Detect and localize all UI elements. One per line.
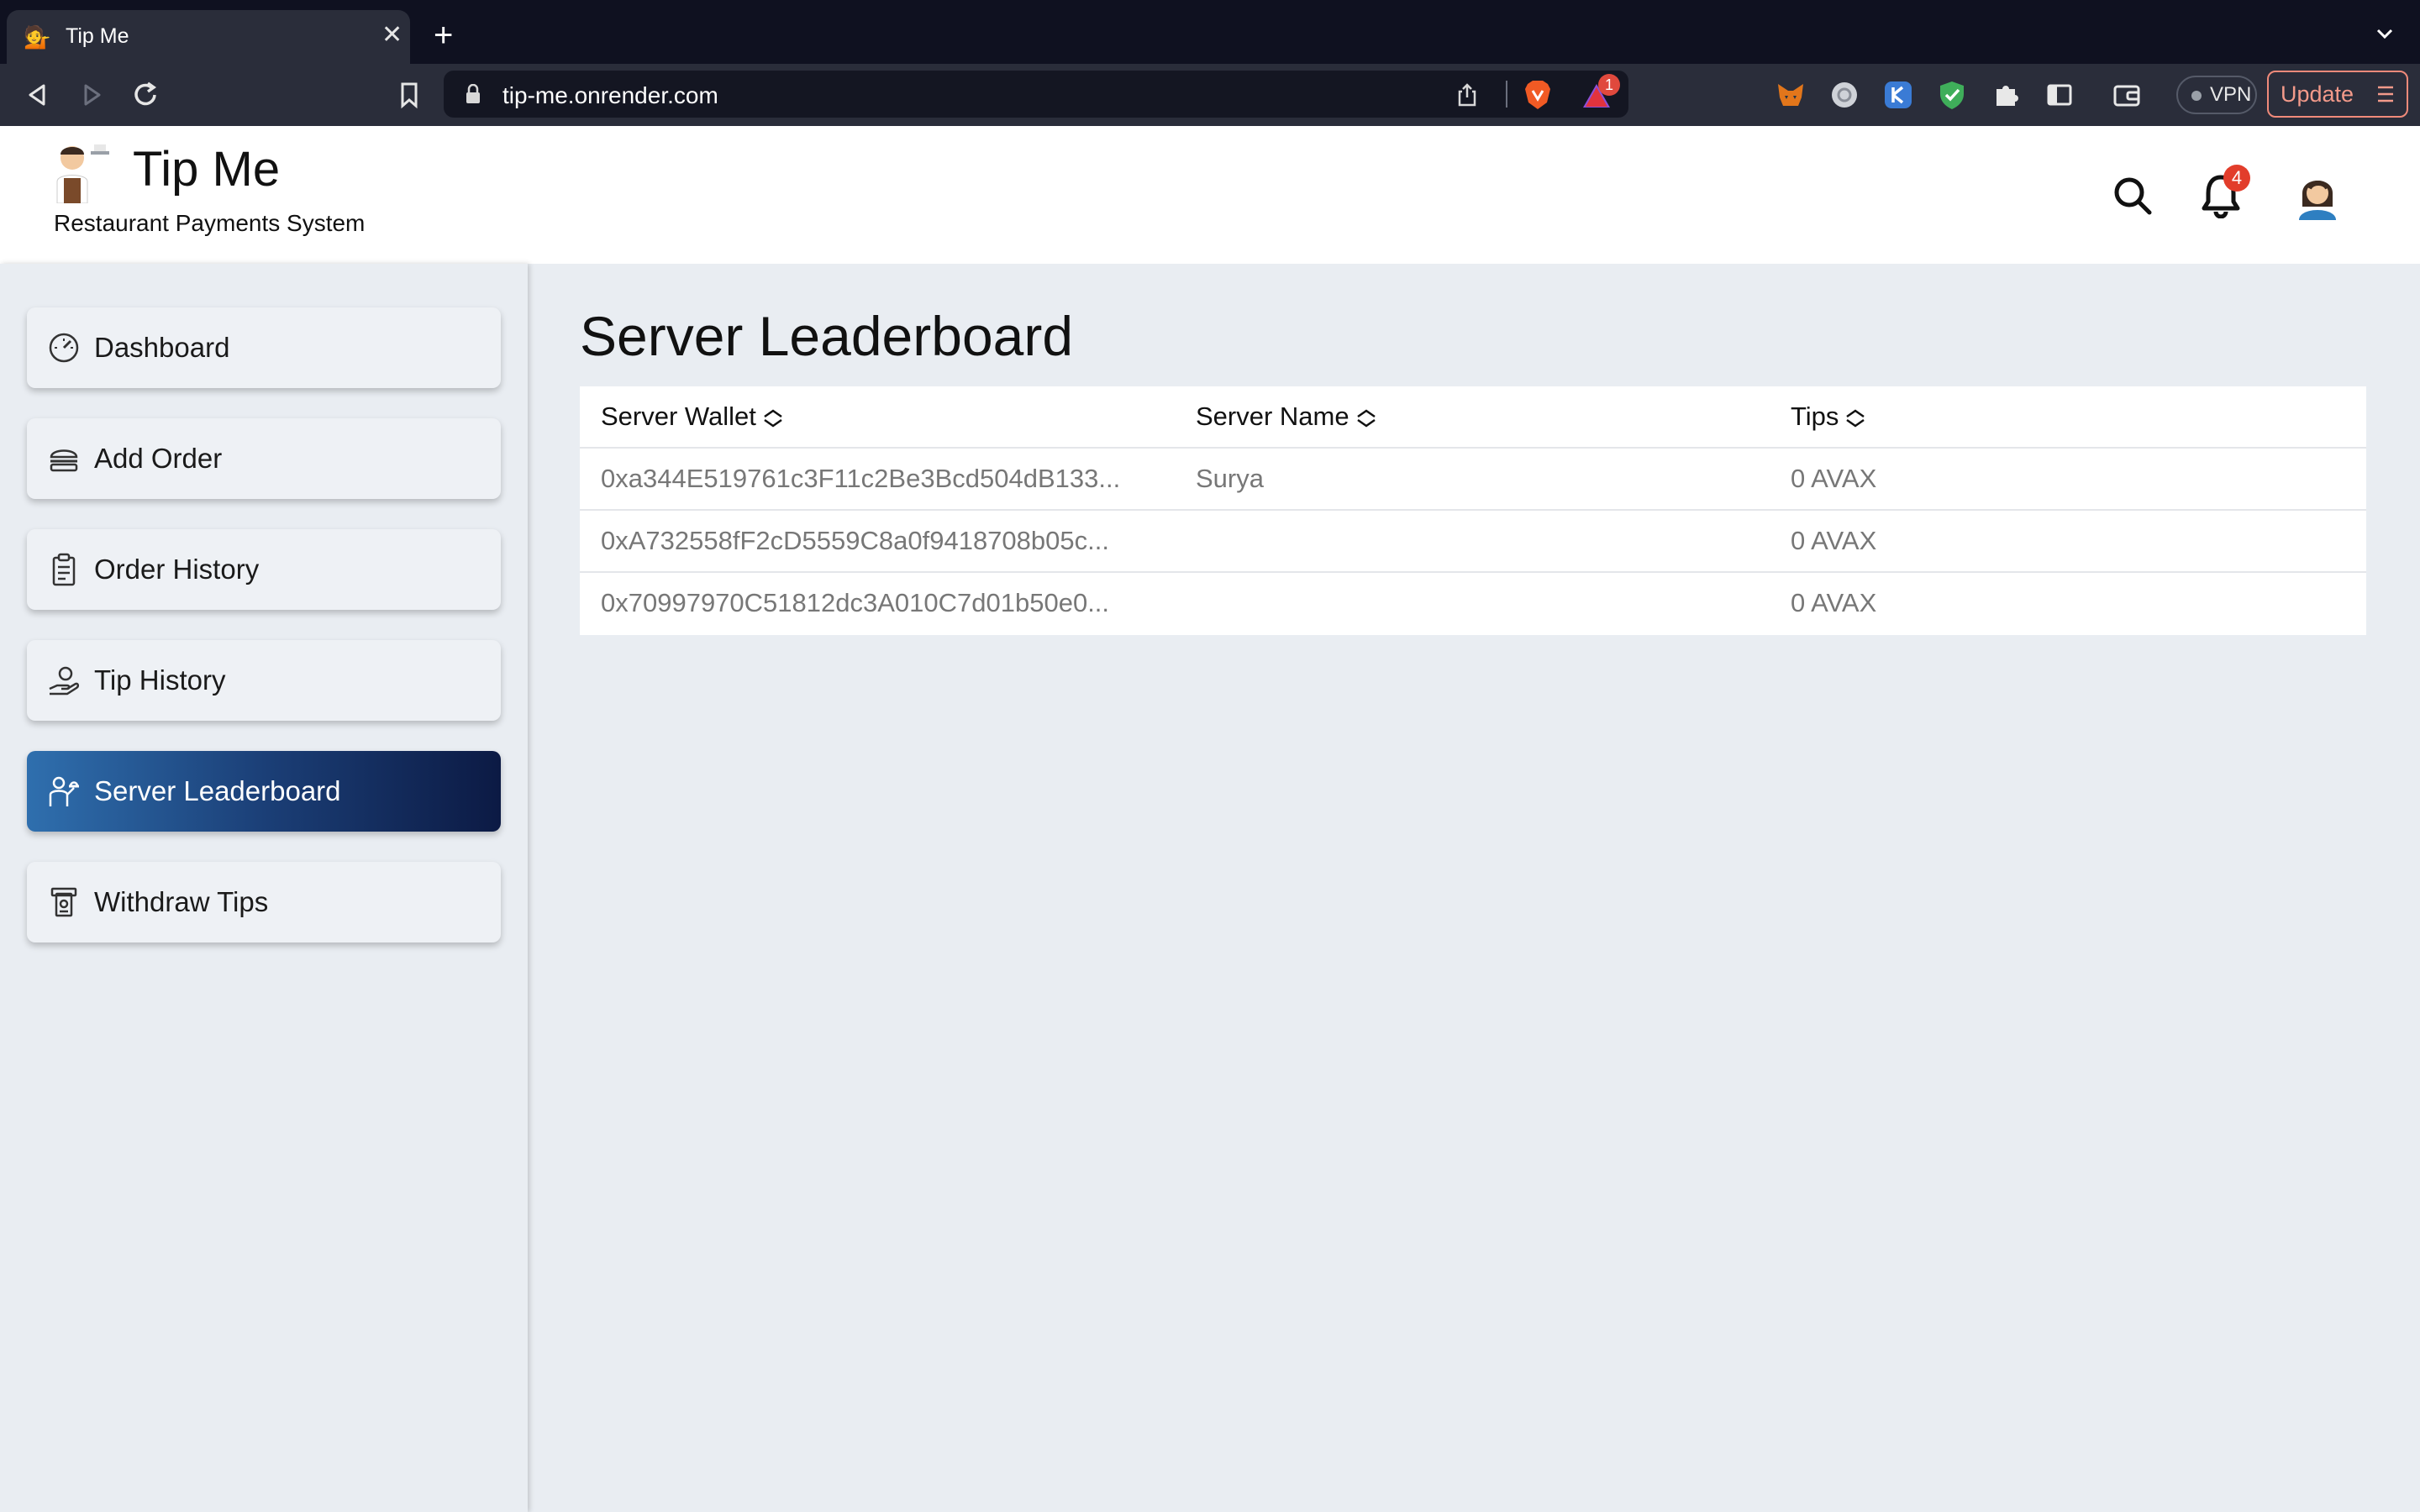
waiter-icon (49, 776, 79, 806)
rewards-badge: 1 (1598, 74, 1620, 96)
shield-check-icon[interactable] (1936, 79, 1968, 111)
browser-tab[interactable]: 💁 Tip Me ✕ (7, 10, 410, 64)
sort-icon[interactable] (1353, 407, 1380, 429)
address-bar[interactable]: tip-me.onrender.com 1 (444, 71, 1628, 118)
server-wallet-cell: 0xA732558fF2cD5559C8a0f9418708b05c... (601, 526, 1109, 555)
chevron-down-icon[interactable] (2375, 24, 2395, 44)
table-row[interactable]: 0x70997970C51812dc3A010C7d01b50e0... 0 A… (580, 573, 2366, 635)
puzzle-icon[interactable] (1990, 79, 2022, 111)
update-label: Update (2281, 81, 2354, 107)
sidebar-item-tip-history[interactable]: Tip History (27, 640, 501, 721)
new-tab-button[interactable]: + (434, 18, 453, 52)
brand-name[interactable]: Tip Me (133, 141, 280, 197)
sidebar-item-server-leaderboard[interactable]: Server Leaderboard (27, 751, 501, 832)
sidebar-item-add-order[interactable]: Add Order (27, 418, 501, 499)
table-header-row: Server Wallet Server Name Tips (580, 386, 2366, 449)
sidebar-item-label: Add Order (94, 443, 223, 474)
column-header-server-name[interactable]: Server Name (1196, 402, 1380, 432)
vpn-button[interactable]: VPN (2176, 76, 2257, 114)
column-header-label: Tips (1791, 402, 1839, 431)
sidebar: Dashboard Add Order Order History Tip Hi… (0, 264, 528, 1512)
sort-icon[interactable] (1842, 407, 1869, 429)
sidebar-item-dashboard[interactable]: Dashboard (27, 307, 501, 388)
tips-cell: 0 AVAX (1791, 588, 1877, 617)
search-icon[interactable] (2112, 175, 2153, 217)
clipboard-icon (52, 553, 76, 586)
cash-withdraw-icon (50, 887, 77, 917)
vpn-status-dot (2191, 91, 2202, 101)
menu-icon (2378, 86, 2393, 102)
brand-tagline: Restaurant Payments System (54, 210, 366, 236)
column-header-tips[interactable]: Tips (1791, 402, 1869, 432)
tab-title: Tip Me (66, 24, 129, 48)
extension-circle-icon[interactable] (1828, 79, 1860, 111)
sidebar-item-label: Tip History (94, 664, 226, 696)
browser-tab-strip: 💁 Tip Me ✕ + (0, 0, 2420, 64)
bookmark-icon[interactable] (393, 79, 425, 111)
tips-cell: 0 AVAX (1791, 526, 1877, 555)
update-button[interactable]: Update (2267, 71, 2408, 118)
keplr-icon[interactable] (1882, 79, 1914, 111)
browser-toolbar: tip-me.onrender.com 1 VPN Update (0, 64, 2420, 126)
column-header-server-wallet[interactable]: Server Wallet (601, 402, 786, 432)
sidebar-item-label: Dashboard (94, 332, 230, 363)
waiter-logo-icon[interactable] (50, 139, 111, 203)
speedometer-icon (49, 333, 79, 363)
wallet-icon[interactable] (2111, 79, 2143, 111)
column-header-label: Server Name (1196, 402, 1349, 431)
forward-icon[interactable] (76, 79, 108, 111)
share-icon[interactable] (1455, 82, 1479, 108)
vpn-label: VPN (2210, 83, 2252, 106)
app-header: Tip Me Restaurant Payments System 4 (0, 126, 2420, 264)
server-wallet-cell: 0xa344E519761c3F11c2Be3Bcd504dB133... (601, 464, 1121, 493)
page-title: Server Leaderboard (580, 305, 1074, 367)
table-row[interactable]: 0xA732558fF2cD5559C8a0f9418708b05c... 0 … (580, 511, 2366, 573)
sidebar-item-label: Withdraw Tips (94, 886, 269, 917)
sidebar-item-label: Order History (94, 554, 260, 585)
sidebar-toggle-icon[interactable] (2044, 79, 2075, 111)
address-divider (1506, 81, 1507, 108)
sidebar-item-label: Server Leaderboard (94, 775, 341, 806)
brave-shields-icon[interactable] (1523, 79, 1553, 111)
table-row[interactable]: 0xa344E519761c3F11c2Be3Bcd504dB133... Su… (580, 449, 2366, 511)
server-wallet-cell: 0x70997970C51812dc3A010C7d01b50e0... (601, 588, 1110, 617)
leaderboard-table: Server Wallet Server Name Tips 0xa344E51… (580, 386, 2366, 635)
waiter-favicon-icon: 💁 (24, 24, 51, 50)
reload-icon[interactable] (129, 79, 161, 111)
sort-icon[interactable] (760, 407, 786, 429)
hand-coin-icon (49, 666, 80, 696)
close-tab-icon[interactable]: ✕ (381, 22, 402, 49)
metamask-icon[interactable] (1775, 79, 1807, 111)
burger-icon (50, 449, 78, 472)
url-text[interactable]: tip-me.onrender.com (502, 82, 718, 109)
back-icon[interactable] (22, 79, 54, 111)
tips-cell: 0 AVAX (1791, 464, 1877, 493)
lock-icon (466, 84, 480, 103)
notification-badge: 4 (2223, 165, 2250, 192)
server-name-cell: Surya (1196, 464, 1264, 493)
column-header-label: Server Wallet (601, 402, 756, 431)
sidebar-item-withdraw-tips[interactable]: Withdraw Tips (27, 862, 501, 942)
sidebar-item-order-history[interactable]: Order History (27, 529, 501, 610)
user-avatar-icon[interactable] (2294, 170, 2341, 220)
